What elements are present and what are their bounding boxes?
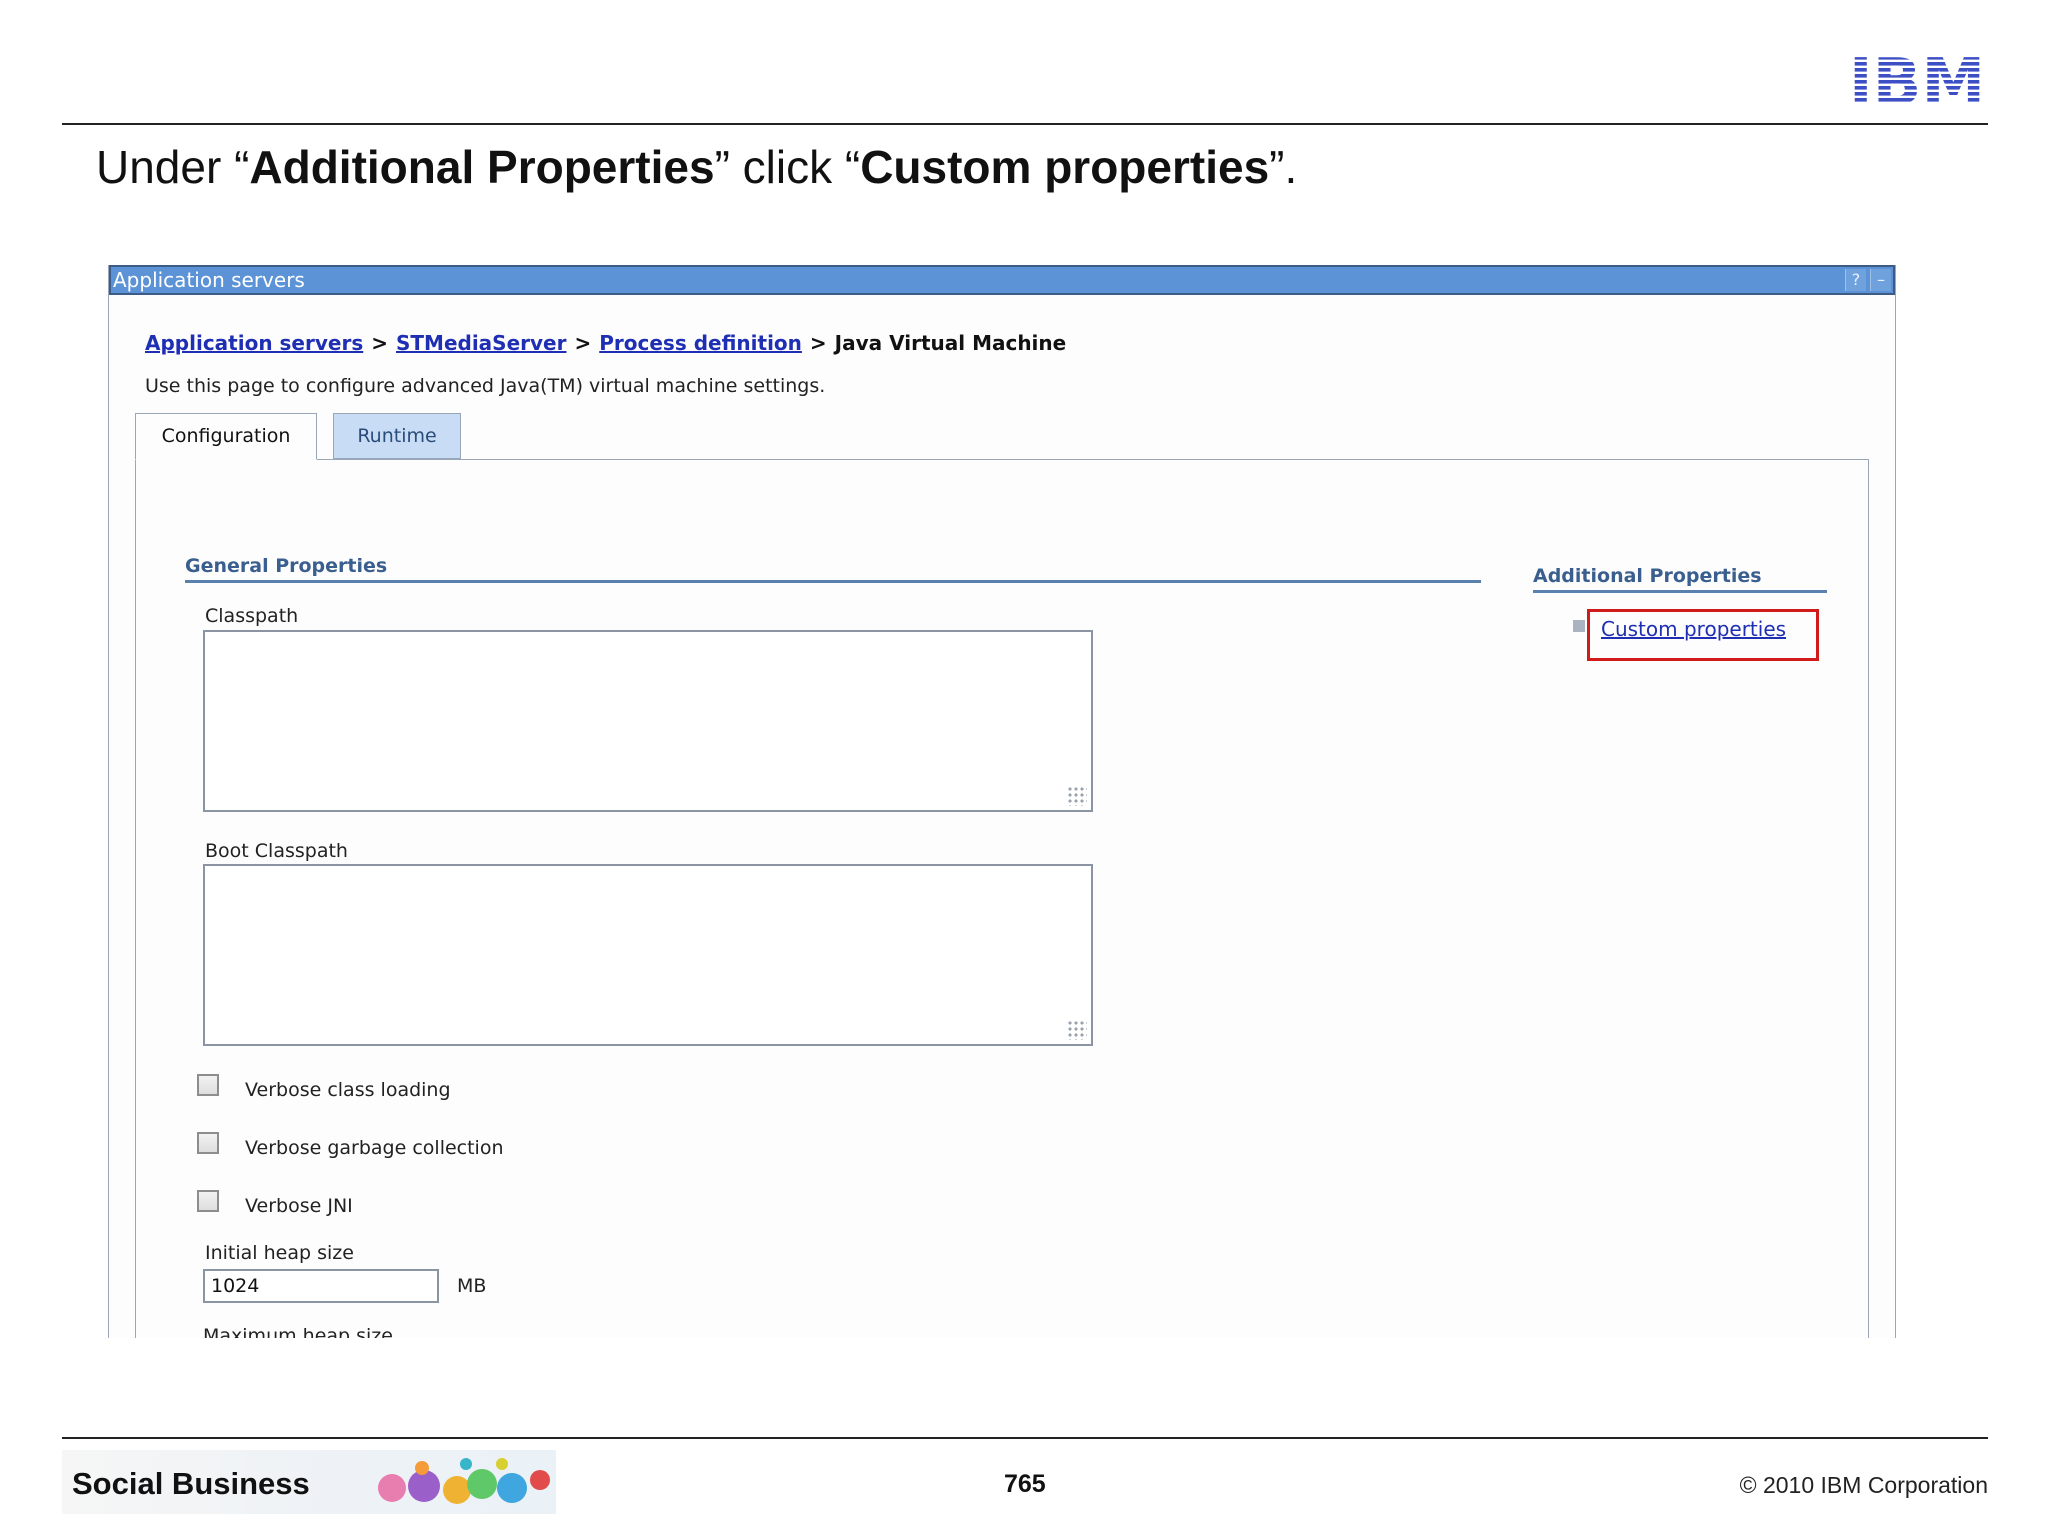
tab-runtime[interactable]: Runtime	[333, 413, 461, 459]
general-properties-rule	[185, 580, 1481, 583]
classpath-label: Classpath	[205, 605, 299, 627]
breadcrumb-link-process-definition[interactable]: Process definition	[599, 331, 802, 355]
minimize-button[interactable]: –	[1870, 269, 1891, 291]
tab-configuration[interactable]: Configuration	[135, 413, 317, 460]
breadcrumb-current: Java Virtual Machine	[834, 331, 1067, 355]
svg-text:IBM: IBM	[1850, 50, 1984, 108]
breadcrumb-link-stmediaserver[interactable]: STMediaServer	[396, 331, 566, 355]
copyright: © 2010 IBM Corporation	[1739, 1472, 1988, 1498]
maximum-heap-label: Maximum heap size	[203, 1325, 393, 1338]
additional-properties-title: Additional Properties	[1533, 565, 1762, 587]
panel-titlebar: Application servers ? –	[109, 265, 1895, 295]
breadcrumb: Application servers > STMediaServer > Proces…	[145, 331, 1067, 355]
verbose-jni-label: Verbose JNI	[245, 1195, 353, 1217]
verbose-gc-label: Verbose garbage collection	[245, 1137, 504, 1159]
boot-classpath-label: Boot Classpath	[205, 840, 348, 862]
verbose-class-loading-label: Verbose class loading	[245, 1079, 451, 1101]
verbose-jni-checkbox[interactable]	[197, 1190, 219, 1212]
resize-grip-icon[interactable]	[1067, 1020, 1087, 1040]
verbose-gc-checkbox[interactable]	[197, 1132, 219, 1154]
slide-instruction: Under “Additional Properties” click “Cus…	[96, 141, 1298, 193]
general-properties-title: General Properties	[185, 555, 388, 577]
resize-grip-icon[interactable]	[1067, 786, 1087, 806]
boot-classpath-textarea[interactable]	[203, 864, 1093, 1046]
breadcrumb-link-application-servers[interactable]: Application servers	[145, 331, 363, 355]
social-business-text: Social Business	[72, 1466, 310, 1501]
page-description: Use this page to configure advanced Java…	[145, 375, 826, 397]
help-button[interactable]: ?	[1845, 269, 1866, 291]
custom-properties-link[interactable]: Custom properties	[1601, 617, 1786, 641]
social-business-banner: Social Business	[62, 1450, 556, 1514]
additional-properties-rule	[1533, 590, 1827, 593]
verbose-class-loading-checkbox[interactable]	[197, 1074, 219, 1096]
admin-console-panel: Application servers ? – Application serv…	[108, 265, 1896, 1338]
initial-heap-label: Initial heap size	[205, 1242, 354, 1264]
bullet-icon	[1573, 620, 1585, 632]
initial-heap-input[interactable]: 1024	[203, 1269, 439, 1303]
initial-heap-unit: MB	[457, 1275, 487, 1297]
header-divider	[62, 123, 1988, 125]
ibm-logo: IBM	[1850, 50, 1984, 108]
footer-divider	[62, 1437, 1988, 1439]
page-number: 765	[1004, 1470, 1046, 1498]
classpath-textarea[interactable]	[203, 630, 1093, 812]
panel-title: Application servers	[113, 268, 305, 292]
